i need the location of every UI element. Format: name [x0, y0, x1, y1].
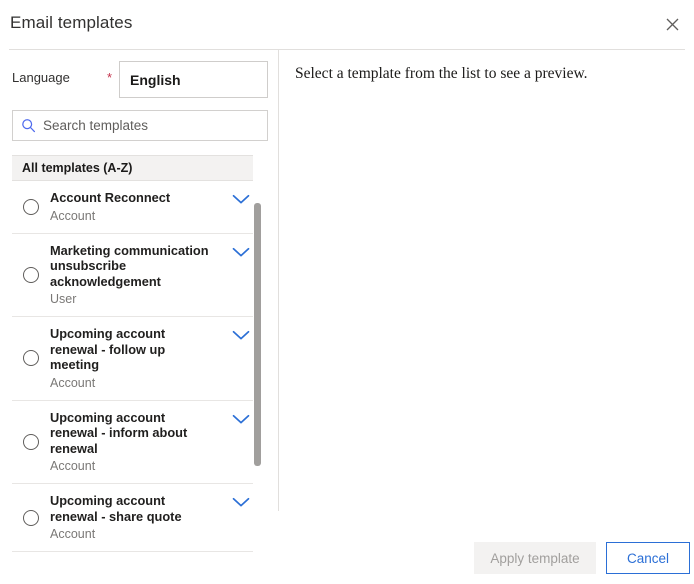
search-input[interactable]: Search templates — [43, 118, 148, 133]
close-button[interactable] — [656, 8, 688, 40]
template-text: Account Reconnect Account — [50, 190, 220, 224]
template-radio[interactable] — [23, 350, 39, 367]
language-row: Language * English — [0, 61, 278, 98]
template-name: Marketing communication unsubscribe ackn… — [50, 242, 209, 289]
list-scroll-area: Account Reconnect Account Marketing comm… — [12, 181, 262, 555]
language-label: Language — [12, 70, 70, 85]
dialog-header: Email templates — [0, 0, 694, 49]
radio-cell — [12, 433, 50, 450]
search-icon — [13, 118, 43, 133]
template-preview-pane: Select a template from the list to see a… — [279, 50, 694, 512]
template-selection-pane: Language * English Search templates All … — [0, 50, 278, 555]
dialog-footer: Apply template Cancel — [0, 512, 694, 584]
templates-list: All templates (A-Z) Account Reconnect Ac… — [12, 155, 262, 555]
template-name: Upcoming account renewal - follow up mee… — [50, 326, 166, 372]
template-radio[interactable] — [23, 266, 39, 283]
template-name: Upcoming account renewal - inform about … — [50, 409, 188, 456]
page-title: Email templates — [10, 13, 133, 32]
radio-cell — [12, 266, 50, 283]
close-icon — [666, 18, 679, 31]
language-value: English — [130, 71, 181, 88]
language-field[interactable]: English — [119, 61, 268, 98]
table-row[interactable]: Marketing communication unsubscribe ackn… — [12, 233, 262, 317]
table-row[interactable]: Upcoming account renewal - inform about … — [12, 400, 262, 484]
template-entity: Account — [50, 459, 96, 473]
radio-cell — [12, 350, 50, 367]
template-text: Upcoming account renewal - inform about … — [50, 410, 220, 475]
template-radio[interactable] — [23, 198, 39, 215]
list-scrollbar[interactable] — [253, 155, 262, 555]
template-name: Account Reconnect — [50, 190, 171, 205]
template-text: Marketing communication unsubscribe ackn… — [50, 243, 220, 308]
table-row[interactable]: Account Reconnect Account — [12, 181, 262, 234]
cancel-button[interactable]: Cancel — [606, 542, 690, 574]
required-indicator: * — [107, 70, 113, 85]
list-header: All templates (A-Z) — [12, 155, 262, 181]
preview-empty-message: Select a template from the list to see a… — [295, 65, 588, 82]
search-templates-box[interactable]: Search templates — [12, 110, 268, 141]
template-radio[interactable] — [23, 433, 39, 450]
template-entity: Account — [50, 208, 96, 223]
radio-cell — [12, 198, 50, 215]
template-text: Upcoming account renewal - follow up mee… — [50, 326, 220, 391]
apply-template-button[interactable]: Apply template — [474, 542, 596, 574]
template-entity: User — [50, 292, 77, 306]
scrollbar-thumb[interactable] — [254, 203, 261, 466]
table-row[interactable]: Upcoming account renewal - follow up mee… — [12, 317, 262, 401]
template-entity: Account — [50, 375, 96, 390]
